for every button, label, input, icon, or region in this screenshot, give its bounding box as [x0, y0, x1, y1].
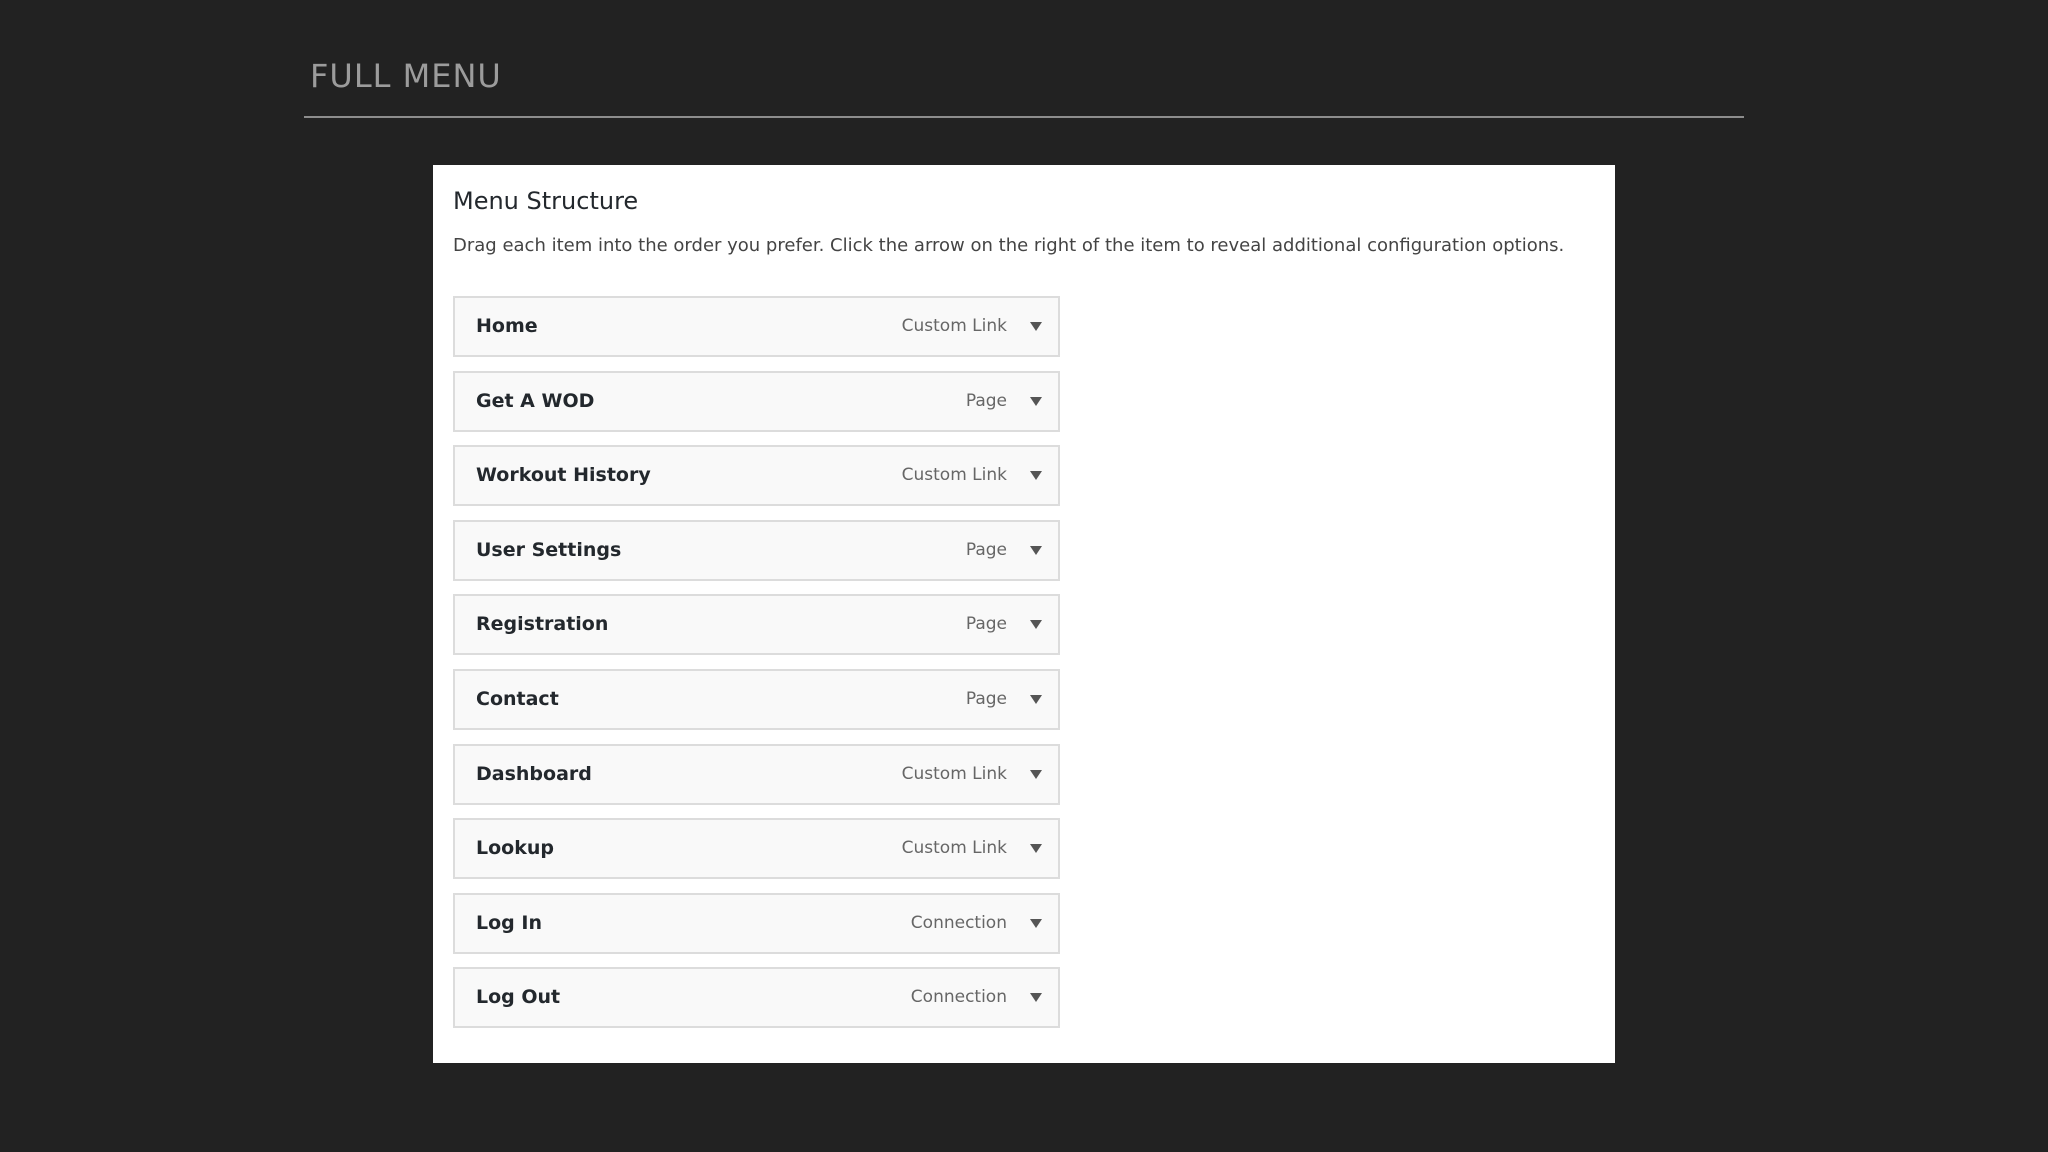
menu-item[interactable]: Contact Page — [453, 668, 1060, 730]
menu-item[interactable]: Get A WOD Page — [453, 370, 1060, 432]
menu-item-title: Log In — [476, 911, 542, 934]
menu-item-type: Connection — [910, 912, 1007, 933]
chevron-down-icon[interactable] — [1030, 471, 1042, 481]
chevron-down-icon[interactable] — [1030, 769, 1042, 779]
menu-item-title: User Settings — [476, 538, 622, 561]
menu-item[interactable]: User Settings Page — [453, 519, 1060, 581]
chevron-down-icon[interactable] — [1030, 396, 1042, 406]
menu-item-title: Contact — [476, 687, 559, 710]
menu-item-title: Workout History — [476, 464, 651, 487]
slide-title: FULL MENU — [310, 57, 502, 95]
menu-item-type: Page — [965, 614, 1007, 635]
menu-item-list: Home Custom Link Get A WOD Page Workout … — [453, 296, 1060, 1042]
menu-item-type: Custom Link — [901, 763, 1007, 784]
menu-item-type: Custom Link — [901, 465, 1007, 486]
menu-item-title: Home — [476, 315, 538, 337]
menu-item-title: Registration — [476, 613, 609, 636]
chevron-down-icon[interactable] — [1030, 620, 1042, 630]
menu-item-title: Log Out — [476, 986, 561, 1009]
menu-item-type: Page — [965, 390, 1007, 411]
menu-item[interactable]: Log In Connection — [453, 892, 1060, 954]
menu-item[interactable]: Registration Page — [453, 594, 1060, 656]
menu-item-title: Dashboard — [476, 762, 592, 785]
chevron-down-icon[interactable] — [1030, 694, 1042, 704]
chevron-down-icon[interactable] — [1030, 545, 1042, 555]
menu-item[interactable]: Dashboard Custom Link — [453, 743, 1060, 805]
chevron-down-icon[interactable] — [1030, 322, 1042, 331]
chevron-down-icon[interactable] — [1030, 993, 1042, 1003]
menu-item-title: Get A WOD — [476, 389, 595, 412]
menu-item-type: Page — [965, 688, 1007, 709]
chevron-down-icon[interactable] — [1030, 918, 1042, 928]
title-divider — [304, 116, 1744, 118]
menu-item[interactable]: Workout History Custom Link — [453, 445, 1060, 507]
panel-description: Drag each item into the order you prefer… — [453, 235, 1565, 256]
menu-item-type: Custom Link — [901, 838, 1007, 859]
menu-structure-panel: Menu Structure Drag each item into the o… — [433, 165, 1615, 1063]
menu-item[interactable]: Lookup Custom Link — [453, 818, 1060, 880]
menu-item-type: Page — [965, 539, 1007, 560]
menu-item-title: Lookup — [476, 837, 554, 860]
menu-item-type: Connection — [910, 987, 1007, 1008]
panel-title: Menu Structure — [453, 187, 639, 215]
menu-item[interactable]: Log Out Connection — [453, 967, 1060, 1029]
chevron-down-icon[interactable] — [1030, 844, 1042, 854]
menu-item[interactable]: Home Custom Link — [453, 296, 1060, 357]
menu-item-type: Custom Link — [901, 316, 1007, 336]
